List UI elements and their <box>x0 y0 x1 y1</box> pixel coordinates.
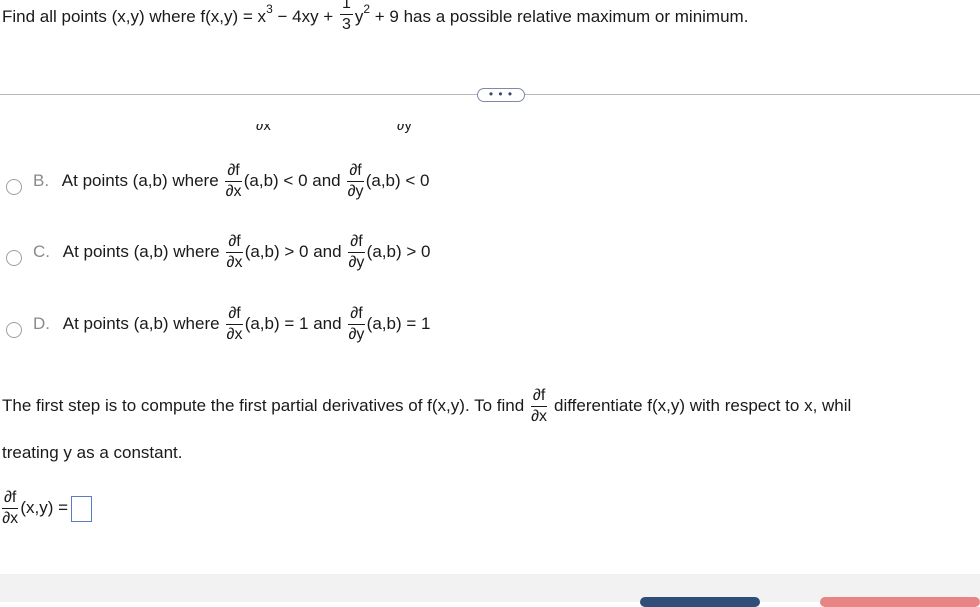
step-line-2: treating y as a constant. <box>2 443 183 462</box>
question-text: Find all points (x,y) where f(x,y) = x3 … <box>2 0 748 33</box>
answer-input[interactable] <box>71 495 93 522</box>
answer-row: ∂f ∂x (x,y) = <box>2 489 93 527</box>
coef-fraction: 13 <box>339 0 353 33</box>
option-d[interactable]: D. At points (a,b) where ∂f ∂x (a,b) = 1 a… <box>33 306 430 343</box>
check-answer-button[interactable] <box>820 597 980 607</box>
help-button[interactable] <box>640 597 760 607</box>
option-b-radio[interactable] <box>6 179 22 195</box>
cut-label-dx: ∂x <box>256 124 271 134</box>
step-line-1: The first step is to compute the first p… <box>2 387 852 425</box>
option-c[interactable]: C. At points (a,b) where ∂f ∂x (a,b) > 0 a… <box>33 234 430 271</box>
show-more-button[interactable]: • • • <box>477 88 525 102</box>
cut-label-dy: ∂y <box>397 124 412 134</box>
option-b[interactable]: B. At points (a,b) where ∂f ∂x (a,b) < 0 a… <box>33 163 430 200</box>
option-d-radio[interactable] <box>6 322 22 338</box>
answer-fraction: ∂f ∂x <box>2 489 19 527</box>
dfdx-fraction: ∂f ∂x <box>530 387 548 425</box>
option-c-radio[interactable] <box>6 250 22 266</box>
